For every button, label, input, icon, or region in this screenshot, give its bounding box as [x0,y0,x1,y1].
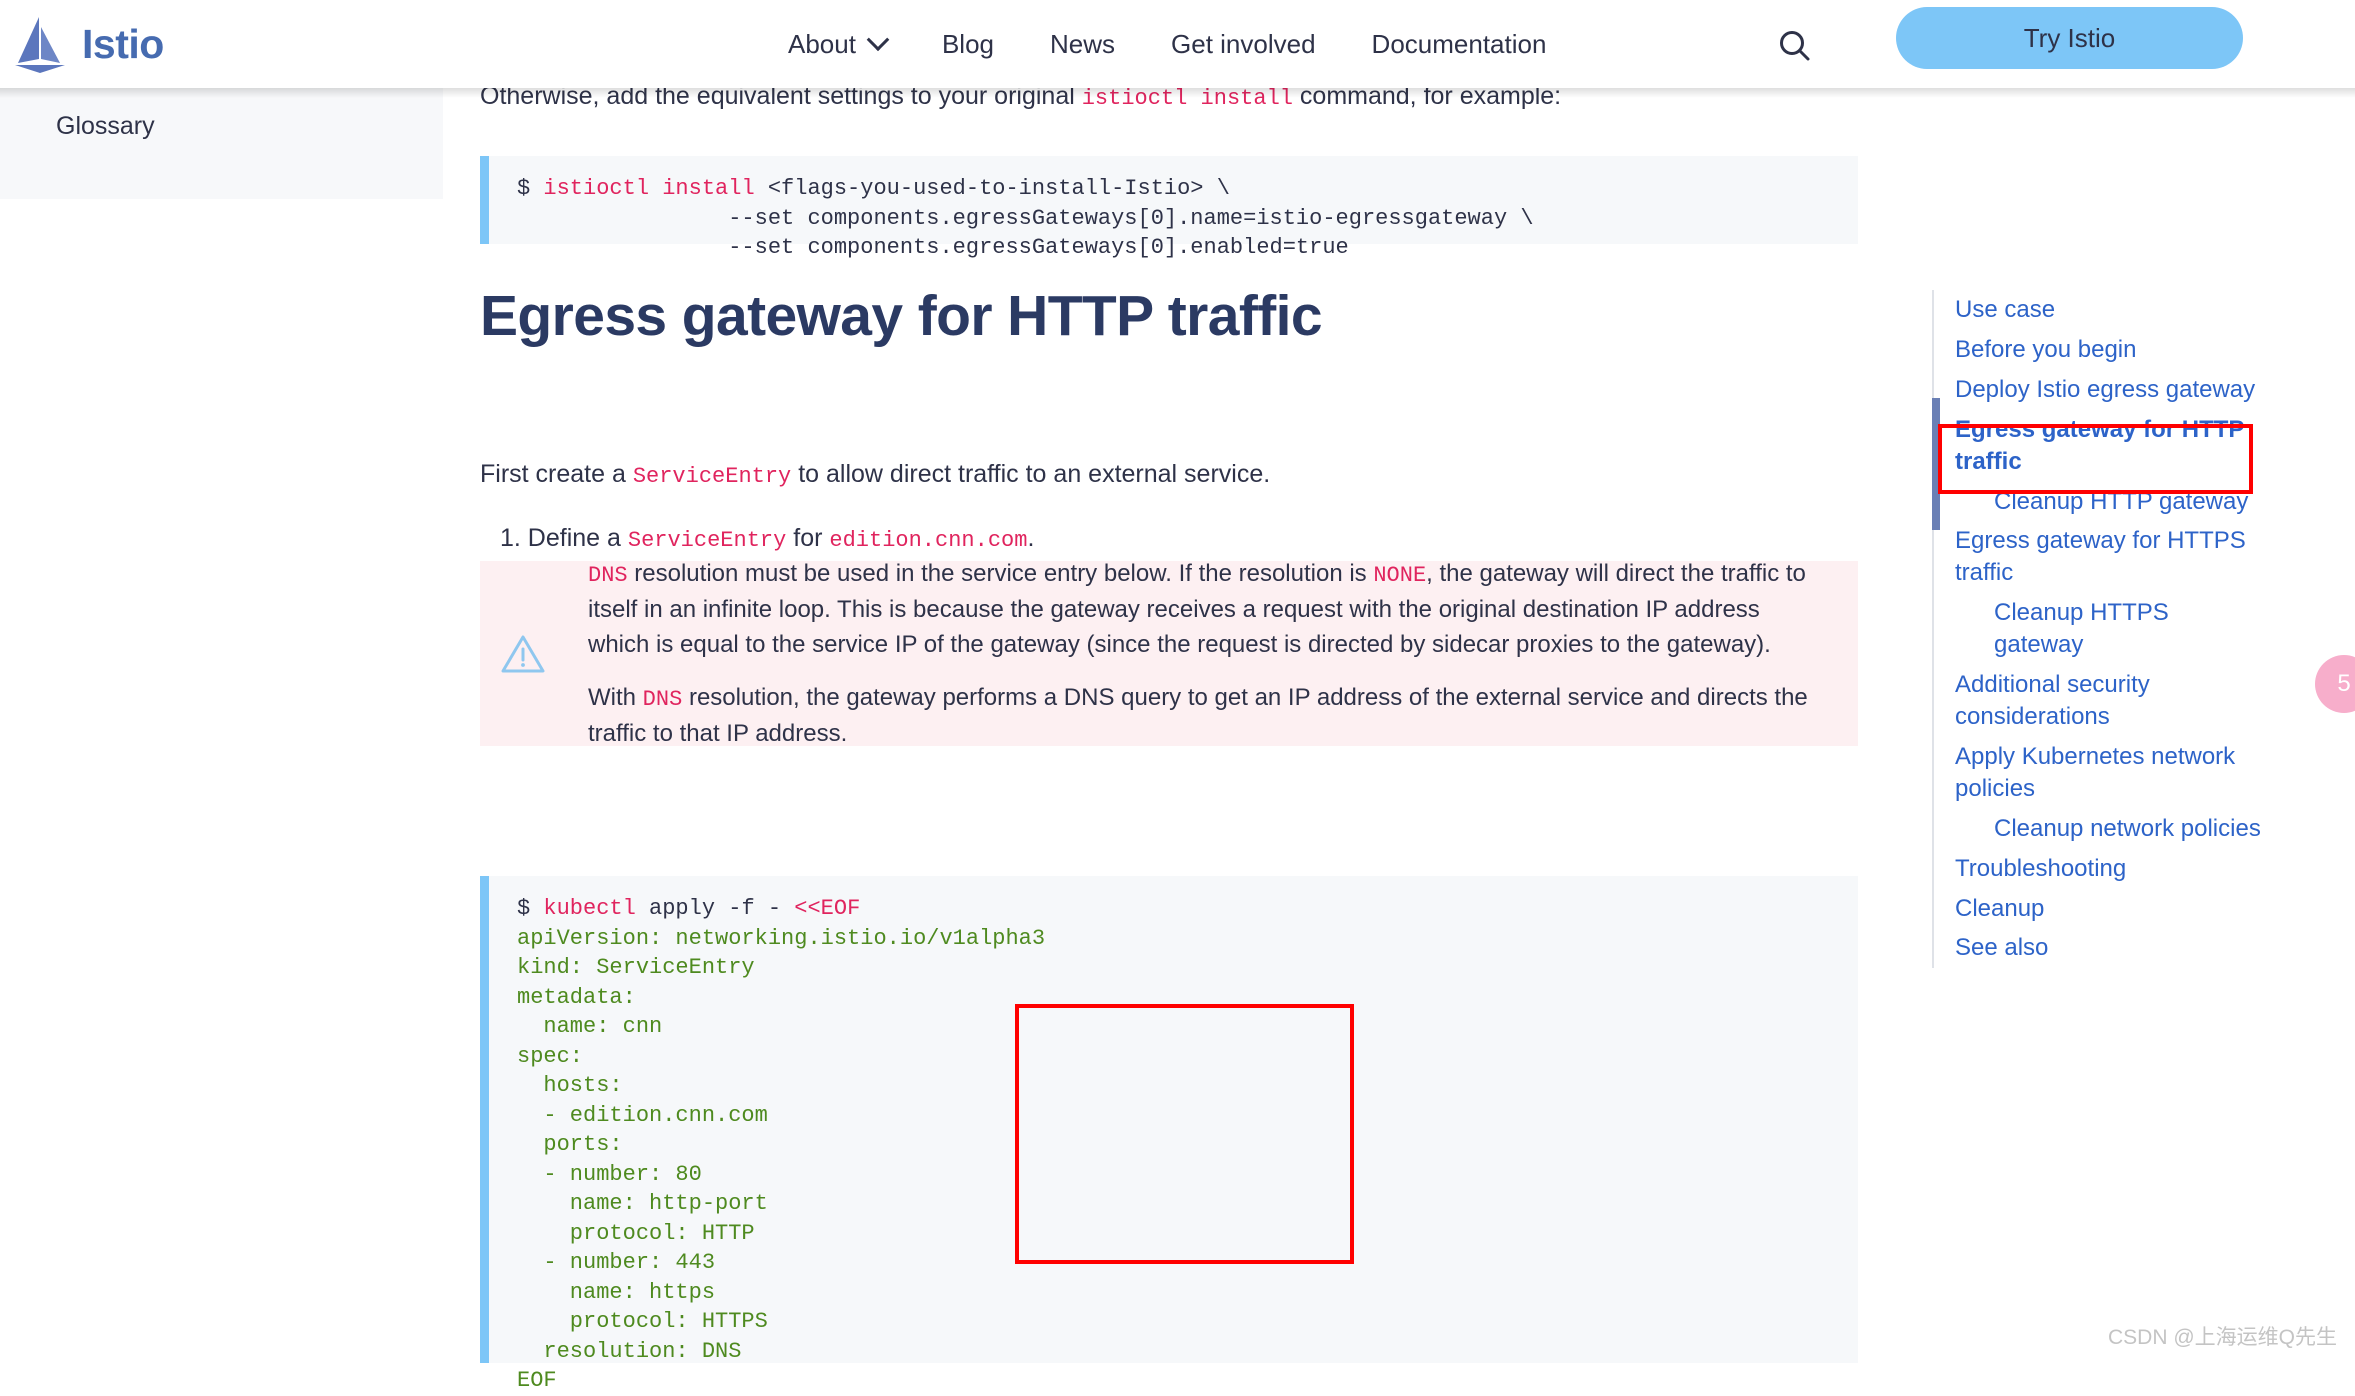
nav-item-news-label: News [1050,31,1115,57]
yaml-line: - number: 443 [517,1248,1858,1278]
istio-sail-logo-icon [12,13,68,75]
sidebar-item-glossary[interactable]: Glossary [56,110,155,143]
nav-item-blog-label: Blog [942,31,994,57]
inline-code-dns: DNS [643,687,683,712]
nav-item-about-label: About [788,31,856,57]
nav-item-documentation-label: Documentation [1372,31,1547,57]
page-title: Egress gateway for HTTP traffic [480,285,1322,348]
callout-body: DNS resolution must be used in the servi… [588,556,1818,751]
code-line: $ istioctl install <flags-you-used-to-in… [517,174,1858,204]
list-text-before: Define a [521,524,628,552]
toc-item-apply-kubernetes-network-policies[interactable]: Apply Kubernetes network policies [1946,737,2262,809]
main-nav: About Blog News Get involved Documentati… [760,0,1574,88]
left-sidebar: Glossary [0,88,443,199]
nav-item-get-involved[interactable]: Get involved [1143,31,1344,57]
yaml-line-eof: EOF [517,1366,1858,1396]
inline-code-none: NONE [1373,563,1426,588]
brand-name: Istio [82,24,164,65]
code-prompt: $ [517,896,543,921]
toc-item-egress-gateway-for-http-traffic[interactable]: Egress gateway for HTTP traffic [1946,410,2262,482]
brand-home-link[interactable]: Istio [12,4,164,84]
code-args: --set components.egressGateways[0].enabl… [517,235,1349,260]
toc-item-troubleshooting[interactable]: Troubleshooting [1946,849,2262,889]
yaml-line: - number: 80 [517,1160,1858,1190]
toc-item-see-also[interactable]: See also [1946,928,2262,968]
yaml-line: protocol: HTTPS [517,1307,1858,1337]
yaml-line: name: https [517,1278,1858,1308]
code-heredoc: <<EOF [794,896,860,921]
warning-triangle-icon [500,633,546,675]
list-text-after: . [1027,524,1034,552]
code-block-istioctl-install[interactable]: $ istioctl install <flags-you-used-to-in… [480,156,1858,244]
floating-edge-widget[interactable]: 5 [2315,655,2355,713]
yaml-line: kind: ServiceEntry [517,953,1858,983]
code-line: --set components.egressGateways[0].name=… [517,204,1858,234]
code-prompt: $ [517,176,543,201]
callout-paragraph-1: DNS resolution must be used in the servi… [588,556,1818,662]
toc-item-additional-security-considerations[interactable]: Additional security considerations [1946,665,2262,737]
toc-item-before-you-begin[interactable]: Before you begin [1946,330,2262,370]
callout-p2-seg1: With [588,684,643,711]
toc-item-use-case[interactable]: Use case [1946,290,2262,330]
nav-item-documentation[interactable]: Documentation [1344,31,1575,57]
code-args: apply -f - [636,896,794,921]
table-of-contents: Use case Before you begin Deploy Istio e… [1932,290,2262,968]
code-line: --set components.egressGateways[0].enabl… [517,233,1858,263]
yaml-line: hosts: [517,1071,1858,1101]
site-header: Istio About Blog News Get involved Docum… [0,0,2355,88]
first-paragraph: First create a ServiceEntry to allow dir… [480,456,1270,493]
list-item: 1. Define a ServiceEntry for edition.cnn… [500,521,1034,557]
yaml-line: ports: [517,1130,1858,1160]
inline-code-istioctl-install: istioctl install [1082,86,1293,111]
first-text-before: First create a [480,460,633,488]
nav-item-get-involved-label: Get involved [1171,31,1316,57]
yaml-line: spec: [517,1042,1858,1072]
yaml-line: protocol: HTTP [517,1219,1858,1249]
toc-item-cleanup[interactable]: Cleanup [1946,889,2262,929]
first-text-after: to allow direct traffic to an external s… [791,460,1270,488]
code-line-command: $ kubectl apply -f - <<EOF [517,894,1858,924]
toc-item-cleanup-network-policies[interactable]: Cleanup network policies [1946,809,2262,849]
main-content: Otherwise, add the equivalent settings t… [478,88,1888,1363]
yaml-line: resolution: DNS [517,1337,1858,1367]
yaml-line: apiVersion: networking.istio.io/v1alpha3 [517,924,1858,954]
yaml-line: metadata: [517,983,1858,1013]
toc-item-egress-gateway-for-https-traffic[interactable]: Egress gateway for HTTPS traffic [1946,521,2262,593]
toc-item-cleanup-https-gateway[interactable]: Cleanup HTTPS gateway [1946,593,2262,665]
toc-item-deploy-istio-egress-gateway[interactable]: Deploy Istio egress gateway [1946,370,2262,410]
chevron-down-icon [867,28,890,51]
watermark: CSDN @上海运维Q先生 [2108,1321,2337,1351]
code-args: --set components.egressGateways[0].name=… [517,206,1534,231]
code-args: <flags-you-used-to-install-Istio> \ [755,176,1230,201]
inline-code-serviceentry: ServiceEntry [633,464,791,489]
yaml-line: - edition.cnn.com [517,1101,1858,1131]
try-istio-button[interactable]: Try Istio [1896,7,2243,69]
callout-paragraph-2: With DNS resolution, the gateway perform… [588,680,1818,751]
list-text-middle: for [786,524,829,552]
code-command: kubectl [543,896,635,921]
code-block-kubectl-apply[interactable]: $ kubectl apply -f - <<EOF apiVersion: n… [480,876,1858,1363]
warning-callout: DNS resolution must be used in the servi… [480,561,1858,746]
list-marker: 1. [500,524,521,552]
search-icon[interactable] [1775,26,1815,66]
inline-code-edition-cnn-com: edition.cnn.com [829,528,1027,553]
callout-p2-seg2: resolution, the gateway performs a DNS q… [588,684,1808,747]
yaml-line: name: http-port [517,1189,1858,1219]
nav-item-about[interactable]: About [760,31,914,57]
inline-code-serviceentry: ServiceEntry [628,528,786,553]
callout-p1-seg1: resolution must be used in the service e… [628,560,1374,587]
toc-active-indicator [1932,398,1940,530]
inline-code-dns: DNS [588,563,628,588]
yaml-line: name: cnn [517,1012,1858,1042]
code-command: istioctl install [543,176,754,201]
nav-item-blog[interactable]: Blog [914,31,1022,57]
nav-item-news[interactable]: News [1022,31,1143,57]
toc-item-cleanup-http-gateway[interactable]: Cleanup HTTP gateway [1946,482,2262,522]
